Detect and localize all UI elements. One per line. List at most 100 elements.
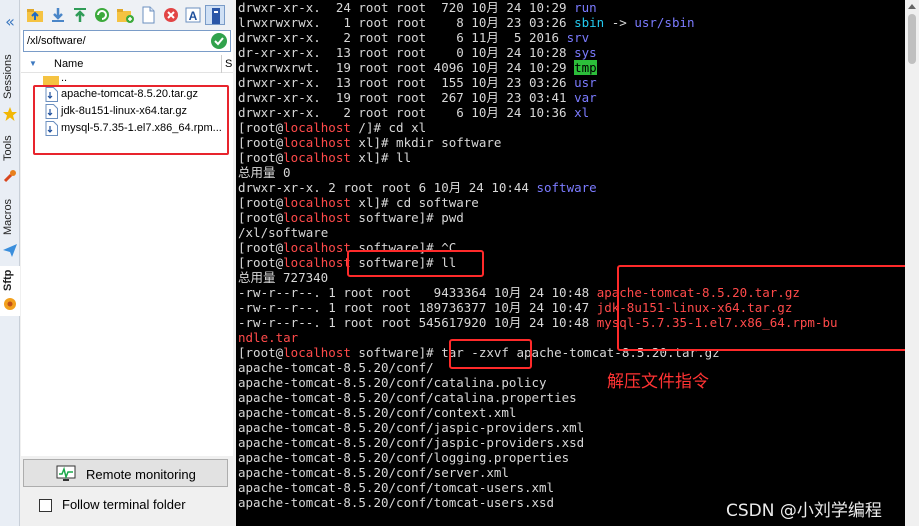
tab-sftp[interactable]: Sftp — [0, 266, 20, 316]
terminal-text: xl]# mkdir software — [350, 135, 502, 150]
terminal-line: drwxr-xr-x. 2 root root 6 10月 24 10:36 x… — [238, 105, 905, 120]
terminal-text: -rw-r--r--. 1 root root 189736377 10月 24… — [238, 300, 597, 315]
terminal-text: 总用量 727340 — [238, 270, 329, 285]
terminal-text: sbin — [574, 15, 605, 30]
terminal-line: [root@localhost /]# cd xl — [238, 120, 905, 135]
terminal-text: apache-tomcat-8.5.20/conf/context.xml — [238, 405, 517, 420]
terminal-text: [root@ — [238, 345, 284, 360]
terminal-text: -rw-r--r--. 1 root root 9433364 10月 24 1… — [238, 285, 597, 300]
terminal-text: -rw-r--r--. 1 root root 545617920 10月 24… — [238, 315, 597, 330]
delete-button[interactable] — [161, 5, 181, 25]
terminal-text: localhost — [283, 345, 351, 360]
terminal-output: drwxr-xr-x. 24 root root 720 10月 24 10:2… — [238, 0, 905, 510]
terminal-text: [root@ — [238, 135, 284, 150]
wrench-icon — [3, 170, 16, 183]
new-file-button[interactable] — [138, 5, 158, 25]
remote-monitoring-label: Remote monitoring — [86, 467, 196, 482]
terminal-text: apache-tomcat-8.5.20/conf/logging.proper… — [238, 450, 570, 465]
check-icon[interactable] — [210, 32, 228, 50]
terminal-text: localhost — [283, 150, 351, 165]
path-input[interactable] — [27, 33, 207, 49]
terminal-text: ndle.tar — [238, 330, 299, 345]
upload-button[interactable] — [70, 5, 90, 25]
follow-terminal-checkbox[interactable] — [39, 499, 52, 512]
column-size[interactable]: S — [225, 58, 232, 70]
terminal-text: srv — [566, 30, 590, 45]
column-name[interactable]: Name — [54, 58, 83, 70]
parent-dir-label: .. — [61, 76, 68, 84]
upload-icon — [74, 8, 86, 22]
terminal-text: localhost — [283, 135, 351, 150]
terminal-text: xl — [574, 105, 590, 120]
terminal-text: localhost — [283, 120, 351, 135]
download-button[interactable] — [48, 5, 68, 25]
terminal-text: run — [574, 0, 597, 15]
parent-dir-button[interactable] — [25, 5, 45, 25]
terminal-text: apache-tomcat-8.5.20/conf/tomcat-users.x… — [238, 480, 555, 495]
terminal-text: [root@ — [238, 255, 284, 270]
highlight-box-ll — [347, 250, 484, 277]
terminal[interactable]: drwxr-xr-x. 24 root root 720 10月 24 10:2… — [236, 0, 905, 526]
svg-text:A: A — [189, 9, 198, 23]
terminal-text: drwxr-xr-x. 24 root root 720 10月 24 10:2… — [238, 0, 575, 15]
sftp-bottom-bar: Remote monitoring Follow terminal folder — [21, 456, 233, 526]
follow-terminal-row[interactable]: Follow terminal folder — [39, 496, 239, 516]
terminal-text: [root@ — [238, 120, 284, 135]
terminal-text: drwxr-xr-x. 19 root root 267 10月 23 03:4… — [238, 90, 575, 105]
terminal-text: xl]# ll — [350, 150, 412, 165]
path-bar — [23, 30, 231, 52]
terminal-sync-button[interactable] — [205, 5, 225, 25]
watermark: CSDN @小刘学编程 — [726, 501, 882, 521]
terminal-text: /xl/software — [238, 225, 329, 240]
rename-button[interactable]: A — [183, 5, 203, 25]
file-list-header[interactable]: ▼ Name S — [21, 55, 233, 73]
tab-tools[interactable]: Tools — [0, 132, 20, 188]
terminal-line: /xl/software — [238, 225, 905, 240]
terminal-line: drwxr-xr-x. 24 root root 720 10月 24 10:2… — [238, 0, 905, 15]
annotation-label: 解压文件指令 — [607, 372, 709, 392]
tab-sessions[interactable]: Sessions — [0, 52, 20, 128]
scroll-up-icon[interactable] — [908, 4, 916, 9]
terminal-line: drwxrwxrwt. 19 root root 4096 10月 24 10:… — [238, 60, 905, 75]
terminal-text: /]# cd xl — [350, 120, 427, 135]
terminal-text: [root@ — [238, 195, 284, 210]
highlight-box-file-listing — [617, 265, 905, 351]
new-file-icon — [142, 6, 155, 24]
star-icon — [3, 107, 17, 121]
terminal-text: localhost — [283, 195, 351, 210]
terminal-line: drwxr-xr-x. 19 root root 267 10月 23 03:4… — [238, 90, 905, 105]
delete-icon — [164, 8, 178, 22]
terminal-line: [root@localhost software]# ^C — [238, 240, 905, 255]
terminal-line: apache-tomcat-8.5.20/conf/ — [238, 360, 905, 375]
terminal-text: apache-tomcat-8.5.20/conf/jaspic-provide… — [238, 435, 585, 450]
terminal-text: software — [536, 180, 597, 195]
terminal-text: lrwxrwxrwx. 1 root root 8 10月 23 03:26 — [238, 15, 575, 30]
tab-macros[interactable]: Macros — [0, 196, 20, 262]
scroll-thumb[interactable] — [908, 14, 916, 64]
sftp-toolbar: A — [21, 0, 233, 30]
tab-sftp-label: Sftp — [2, 269, 14, 291]
terminal-text: sys — [574, 45, 597, 60]
terminal-text: tmp — [574, 60, 597, 75]
refresh-button[interactable] — [92, 5, 112, 25]
terminal-line: apache-tomcat-8.5.20/conf/catalina.polic… — [238, 375, 905, 390]
terminal-scrollbar[interactable] — [905, 0, 919, 526]
terminal-line: [root@localhost xl]# mkdir software — [238, 135, 905, 150]
terminal-text: usr/sbin — [634, 15, 695, 30]
tab-macros-label: Macros — [2, 198, 14, 236]
new-folder-button[interactable] — [115, 5, 135, 25]
terminal-line: apache-tomcat-8.5.20/conf/tomcat-users.x… — [238, 480, 905, 495]
terminal-text: dr-xr-xr-x. 13 root root 0 10月 24 10:28 — [238, 45, 575, 60]
remote-monitoring-button[interactable]: Remote monitoring — [23, 459, 228, 487]
sftp-panel: A ▼ Name S .. apache-tomcat-8.5.20.tar.g… — [21, 0, 233, 526]
terminal-line: apache-tomcat-8.5.20/conf/catalina.prope… — [238, 390, 905, 405]
parent-dir-icon — [27, 9, 43, 22]
terminal-text: apache-tomcat-8.5.20/conf/ — [238, 360, 434, 375]
terminal-text: apache-tomcat-8.5.20/conf/catalina.prope… — [238, 390, 577, 405]
terminal-line: dr-xr-xr-x. 13 root root 0 10月 24 10:28 … — [238, 45, 905, 60]
terminal-line: drwxr-xr-x. 13 root root 155 10月 23 03:2… — [238, 75, 905, 90]
sort-arrow-icon: ▼ — [29, 59, 37, 68]
terminal-text: [root@ — [238, 210, 284, 225]
column-separator[interactable] — [221, 55, 222, 73]
collapse-icon[interactable]: « — [1, 12, 19, 32]
